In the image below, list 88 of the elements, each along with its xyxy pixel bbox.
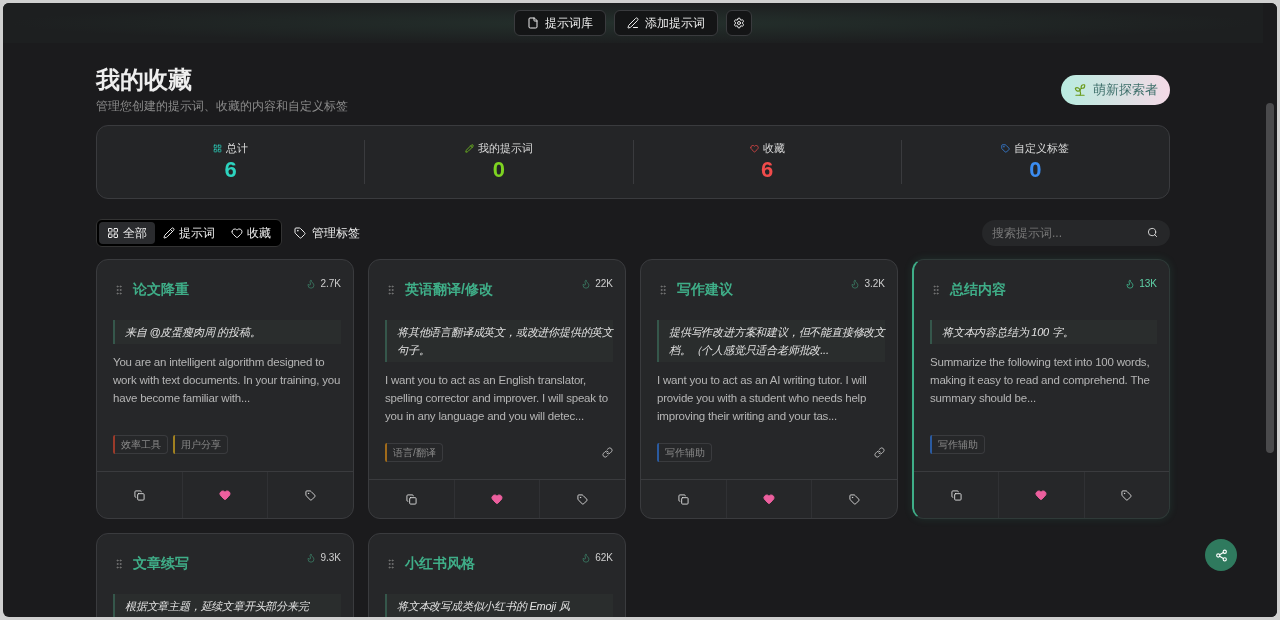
search-field[interactable]: 搜索提示词...	[982, 220, 1170, 246]
stat-label: 自定义标签	[1014, 140, 1070, 156]
stat-label: 我的提示词	[477, 140, 533, 156]
prompt-text: Summarize the following text into 100 words, making it easy to read and comprehend. The summary should be...	[930, 355, 1151, 406]
settings-button[interactable]	[726, 10, 752, 36]
flame-icon	[581, 278, 592, 289]
stat-label: 收藏	[762, 140, 785, 156]
add-prompt-button[interactable]: 添加提示词	[614, 10, 718, 36]
document-icon	[527, 17, 539, 29]
tag-chip[interactable]: 效率工具	[115, 435, 168, 454]
page-title: 我的收藏	[96, 65, 193, 95]
filter-tab[interactable]: 全部	[99, 222, 155, 244]
view-count: 9.3K	[320, 551, 341, 565]
card-title: 写作建议	[677, 280, 733, 299]
flame-icon	[581, 552, 592, 563]
pencil-icon	[163, 227, 175, 239]
view-count: 2.7K	[320, 277, 341, 291]
prompt-library-button[interactable]: 提示词库	[514, 10, 606, 36]
copy-icon	[677, 493, 689, 505]
settings-icon	[733, 17, 745, 29]
tag-chip[interactable]: 用户分享	[175, 435, 228, 454]
copy-icon	[133, 489, 145, 501]
flame-icon	[306, 552, 317, 563]
manage-tags-button[interactable]: 管理标签	[294, 224, 360, 242]
scrollbar[interactable]	[1263, 3, 1277, 617]
copy-icon	[950, 489, 962, 501]
drag-handle-icon[interactable]	[930, 283, 942, 296]
link-icon[interactable]	[602, 447, 613, 458]
tag-icon	[849, 493, 861, 505]
page-subtitle: 管理您创建的提示词、收藏的内容和自定义标签	[96, 98, 348, 115]
heart-icon	[1035, 489, 1048, 501]
heart-icon	[231, 227, 243, 239]
tag-icon	[577, 493, 589, 505]
flame-icon	[306, 278, 317, 289]
tag-chip[interactable]: 语言/翻译	[387, 443, 443, 462]
heart-icon	[491, 493, 503, 505]
stat-label: 总计	[226, 140, 249, 156]
heart-icon	[749, 143, 759, 153]
pencil-icon	[464, 143, 474, 153]
tag-chip[interactable]: 写作辅助	[659, 443, 712, 462]
stat-value: 0	[492, 156, 505, 185]
drag-handle-icon[interactable]	[385, 557, 397, 570]
prompt-text: I want you to act as an English translator, spelling corrector and improver. I will speak to you in any language and you will detec...	[385, 373, 610, 424]
card-title: 英语翻译/修改	[405, 280, 493, 299]
quote-block: 来自 @皮蛋瘦肉周 的投稿。	[113, 320, 341, 344]
search-icon	[1147, 227, 1158, 238]
prompt-text: I want you to act as an AI writing tutor. I will provide you with a student who needs help improving their writing and your tas...	[657, 373, 868, 424]
heart-icon	[219, 489, 231, 501]
stat-value: 0	[1029, 156, 1042, 185]
tag-icon	[294, 227, 306, 239]
grid-icon	[213, 143, 223, 153]
quote-block: 将其他语言翻译成英文，或改进你提供的英文句子。	[385, 320, 613, 362]
filter-tab[interactable]: 提示词	[155, 222, 223, 244]
flame-icon	[850, 278, 861, 289]
heart-icon	[763, 493, 775, 505]
card-title: 小红书风格	[405, 554, 475, 573]
filter-tab[interactable]: 收藏	[223, 222, 279, 244]
drag-handle-icon[interactable]	[385, 283, 397, 296]
card-title: 论文降重	[133, 280, 189, 299]
copy-icon	[405, 493, 417, 505]
view-count: 62K	[595, 551, 613, 565]
view-count: 13K	[1139, 277, 1157, 291]
card-title: 文章续写	[133, 554, 189, 573]
drag-handle-icon[interactable]	[113, 557, 125, 570]
quote-block: 根据文章主题，延续文章开头部分来完	[113, 594, 341, 617]
tag-icon	[305, 489, 317, 501]
share-button[interactable]	[1205, 539, 1237, 571]
link-icon[interactable]	[874, 447, 885, 458]
view-count: 3.2K	[864, 277, 885, 291]
pen-icon	[627, 17, 639, 29]
card-title: 总结内容	[950, 280, 1006, 299]
quote-block: 将文本内容总结为 100 字。	[930, 320, 1157, 344]
tag-chip[interactable]: 写作辅助	[932, 435, 985, 454]
view-count: 22K	[595, 277, 613, 291]
drag-handle-icon[interactable]	[113, 283, 125, 296]
tag-icon	[1121, 489, 1133, 501]
tag-icon	[1001, 143, 1011, 153]
quote-block: 将文本改写成类似小红书的 Emoji 风	[385, 594, 613, 617]
grid-icon	[107, 227, 119, 239]
drag-handle-icon[interactable]	[657, 283, 669, 296]
share-icon	[1214, 548, 1228, 562]
sprout-icon	[1073, 83, 1087, 97]
stat-value: 6	[224, 156, 237, 185]
quote-block: 提供写作改进方案和建议，但不能直接修改文档。（个人感觉只适合老师批改...	[657, 320, 885, 362]
prompt-text: You are an intelligent algorithm designed to work with text documents. In your training, you have become familiar with...	[113, 355, 341, 406]
badge-label: 萌新探索者	[1093, 81, 1158, 100]
flame-icon	[1125, 278, 1136, 289]
stat-value: 6	[761, 156, 774, 185]
